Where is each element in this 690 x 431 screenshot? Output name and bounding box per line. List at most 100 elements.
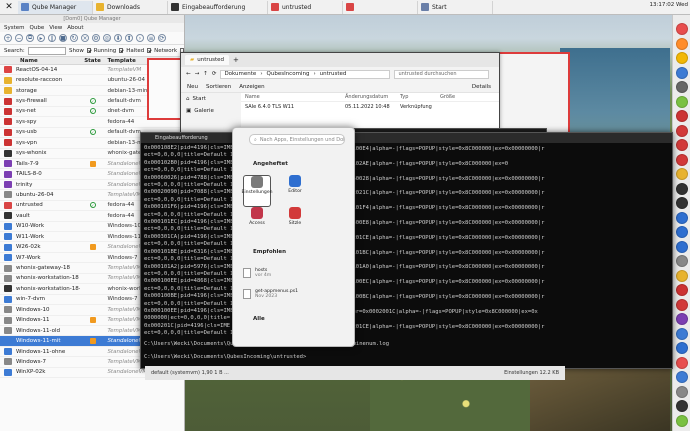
create-qube-icon[interactable]: + xyxy=(4,34,12,42)
halted-checkbox[interactable] xyxy=(119,48,124,53)
menu-about[interactable]: About xyxy=(67,25,83,31)
back-icon[interactable]: ← xyxy=(186,71,191,77)
column-date[interactable]: Änderungsdatum xyxy=(345,94,400,100)
restore-icon[interactable]: ⬆ xyxy=(125,34,133,42)
logs-icon[interactable]: ≡ xyxy=(147,34,155,42)
dock-app-icon[interactable] xyxy=(676,313,688,325)
explorer-tab-untrusted[interactable]: ▰ untrusted xyxy=(185,55,230,65)
qubes-menu-icon[interactable]: ✕ xyxy=(2,1,16,14)
app-icon xyxy=(421,3,429,11)
remove-qube-icon[interactable]: − xyxy=(15,34,23,42)
dock-app-icon[interactable] xyxy=(676,211,688,224)
column-name[interactable]: Name xyxy=(0,58,80,64)
qube-name: sys-whonix xyxy=(15,150,47,157)
start-search-input[interactable]: ⌕ Nach Apps, Einstellungen und Dokumente… xyxy=(249,134,345,145)
dock-app-icon[interactable] xyxy=(676,110,688,122)
firewall-icon[interactable]: ◎ xyxy=(103,34,111,42)
dock-app-icon[interactable] xyxy=(676,240,688,253)
shutdown-qube-icon[interactable]: ■ xyxy=(59,34,67,42)
column-type[interactable]: Typ xyxy=(400,94,440,100)
taskbar-task[interactable]: Eingabeaufforderung xyxy=(168,0,268,14)
kill-qube-icon[interactable]: × xyxy=(81,34,89,42)
recommended-item[interactable]: get-appmenus.ps1 Nov 2023 xyxy=(243,285,343,303)
address-bar[interactable]: Dokumente › QubesIncoming › untrusted xyxy=(220,69,391,79)
breadcrumb-qubesincoming[interactable]: QubesIncoming xyxy=(267,71,310,77)
dock-app-icon[interactable] xyxy=(676,371,688,383)
up-icon[interactable]: ↑ xyxy=(203,71,208,77)
sidebar-item-gallery[interactable]: ▣ Galerie xyxy=(181,105,241,117)
search-input[interactable] xyxy=(27,46,67,55)
home-icon: ⌂ xyxy=(186,96,190,102)
pinned-app-settings[interactable]: Einstellungen xyxy=(241,175,273,207)
dock-app-icon[interactable] xyxy=(676,81,688,93)
pinned-app-access[interactable]: Access xyxy=(243,207,271,239)
new-button[interactable]: Neu xyxy=(187,84,198,90)
menu-qube[interactable]: Qube xyxy=(30,25,45,31)
dock-app-icon[interactable] xyxy=(676,153,688,166)
settings-icon[interactable]: ⚙ xyxy=(92,34,100,42)
taskbar-task[interactable]: Downloads xyxy=(93,0,168,14)
restart-qube-icon[interactable]: ↻ xyxy=(70,34,78,42)
pause-qube-icon[interactable]: ∥ xyxy=(48,34,56,42)
dock-app-icon[interactable] xyxy=(676,400,688,412)
dock-app-icon[interactable] xyxy=(676,226,688,238)
refresh-icon[interactable]: ⟳ xyxy=(158,34,166,42)
dock-app-icon[interactable] xyxy=(676,414,688,427)
dock-app-icon[interactable] xyxy=(676,23,688,35)
recommended-item[interactable]: hosts vor 4m xyxy=(243,264,343,282)
qube-name: whonix-gateway-18 xyxy=(15,265,70,272)
dock-app-icon[interactable] xyxy=(676,327,688,340)
dock-app-icon[interactable] xyxy=(676,168,688,180)
pinned-app-sitzle[interactable]: Sitzle xyxy=(281,207,309,239)
sort-button[interactable]: Sortieren xyxy=(206,84,231,90)
dock-app-icon[interactable] xyxy=(676,52,688,64)
running-checkbox[interactable] xyxy=(86,48,91,53)
start-qube-icon[interactable]: ▸ xyxy=(37,34,45,42)
terminal-icon[interactable]: › xyxy=(136,34,144,42)
taskbar-task[interactable]: Qube Manager xyxy=(18,0,93,14)
details-button[interactable]: Details xyxy=(472,84,491,90)
dock-app-icon[interactable] xyxy=(676,298,688,311)
clock[interactable]: 13:17:02 Wed xyxy=(650,2,688,8)
forward-icon[interactable]: → xyxy=(195,71,200,77)
refresh-icon[interactable]: ⟳ xyxy=(212,71,217,77)
cmd-prompt-2[interactable]: C:\Users\Wecki\Documents\QubesIncoming\u… xyxy=(144,354,306,360)
network-checkbox[interactable] xyxy=(147,48,152,53)
dock-app-icon[interactable] xyxy=(676,255,688,267)
breadcrumb-documents[interactable]: Dokumente xyxy=(224,71,256,77)
taskbar-task[interactable]: untrusted xyxy=(268,0,343,14)
pinned-app-editor[interactable]: Editor xyxy=(281,175,309,207)
column-state[interactable]: State xyxy=(80,58,106,64)
dock-app-icon[interactable] xyxy=(676,269,688,282)
running-icon: ✓ xyxy=(89,202,96,209)
taskbar-task[interactable] xyxy=(343,0,418,14)
app-icon xyxy=(96,3,104,11)
dock-app-icon[interactable] xyxy=(676,356,688,369)
start-menu: ⌕ Nach Apps, Einstellungen und Dokumente… xyxy=(232,127,355,347)
dock-app-icon[interactable] xyxy=(676,385,688,398)
dock-app-icon[interactable] xyxy=(676,139,688,151)
sidebar-item-start[interactable]: ⌂ Start xyxy=(181,93,241,105)
file-row[interactable]: SAIe 6.4.0 TLS W11 05.11.2022 10:48 Verk… xyxy=(241,102,499,111)
view-button[interactable]: Anzeigen xyxy=(239,84,264,90)
dock-app-icon[interactable] xyxy=(676,37,688,50)
explorer-search-input[interactable]: untrusted durchsuchen xyxy=(394,69,490,79)
clone-qube-icon[interactable]: ⧉ xyxy=(26,34,34,42)
dock-app-icon[interactable] xyxy=(676,95,688,108)
menu-view[interactable]: View xyxy=(49,25,62,31)
dock-app-icon[interactable] xyxy=(676,124,688,137)
dock-app-icon[interactable] xyxy=(676,66,688,79)
backup-icon[interactable]: ⬇ xyxy=(114,34,122,42)
dock-app-icon[interactable] xyxy=(676,284,688,296)
taskbar-task[interactable]: Start xyxy=(418,0,493,14)
dock-app-icon[interactable] xyxy=(676,182,688,195)
all-apps-label[interactable]: Alle xyxy=(253,316,265,322)
new-tab-icon[interactable]: + xyxy=(233,56,239,64)
column-file-name[interactable]: Name xyxy=(245,94,345,100)
command-prompt-window: Eingabeaufforderung 0x000108E2|pid=4196|… xyxy=(140,132,673,369)
dock-app-icon[interactable] xyxy=(676,197,688,209)
dock-app-icon[interactable] xyxy=(676,342,688,354)
breadcrumb-untrusted[interactable]: untrusted xyxy=(320,71,347,77)
menu-system[interactable]: System xyxy=(4,25,25,31)
column-size[interactable]: Größe xyxy=(440,94,455,100)
